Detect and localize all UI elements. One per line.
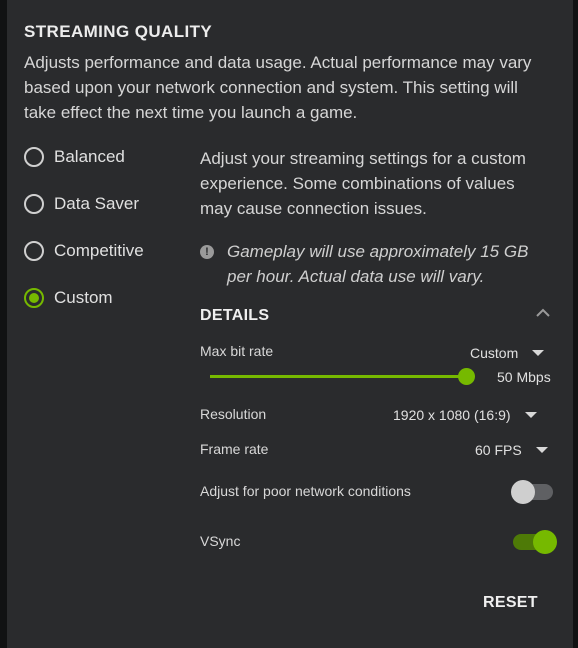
preset-label: Custom: [54, 288, 113, 307]
radio-checked-icon[interactable]: [24, 288, 44, 308]
bit-rate-slider-track[interactable]: [210, 375, 467, 378]
data-usage-note: Gameplay will use approximately 15 GB pe…: [227, 242, 529, 286]
toggle-knob: [511, 480, 535, 504]
bit-rate-mode-value: Custom: [470, 345, 519, 361]
radio-icon[interactable]: [24, 147, 44, 167]
bit-rate-slider-handle[interactable]: [458, 368, 475, 385]
streaming-quality-panel: STREAMING QUALITY Adjusts performance an…: [7, 0, 573, 648]
chevron-down-icon: [535, 447, 548, 453]
preset-data-saver[interactable]: Data Saver: [24, 194, 139, 214]
bit-rate-mode-dropdown[interactable]: Custom: [470, 345, 545, 361]
poor-network-label: Adjust for poor network conditions: [200, 483, 411, 499]
resolution-value: 1920 x 1080 (16:9): [393, 407, 511, 423]
details-title: DETAILS: [200, 307, 270, 324]
section-title: STREAMING QUALITY: [24, 22, 213, 41]
preset-competitive[interactable]: Competitive: [24, 241, 144, 261]
chevron-down-icon: [524, 412, 537, 418]
custom-description: Adjust your streaming settings for a cus…: [200, 149, 526, 218]
reset-button[interactable]: RESET: [483, 594, 538, 612]
radio-icon[interactable]: [24, 194, 44, 214]
preset-label: Balanced: [54, 147, 125, 166]
preset-label: Competitive: [54, 241, 144, 260]
resolution-label: Resolution: [200, 406, 267, 422]
resolution-dropdown[interactable]: 1920 x 1080 (16:9): [393, 407, 537, 423]
frame-rate-dropdown[interactable]: 60 FPS: [475, 442, 548, 458]
vsync-toggle[interactable]: [511, 529, 557, 554]
vsync-label: VSync: [200, 533, 241, 549]
max-bit-rate-label: Max bit rate: [200, 343, 274, 359]
chevron-down-icon: [532, 350, 545, 356]
preset-balanced[interactable]: Balanced: [24, 147, 125, 167]
chevron-up-icon[interactable]: [535, 306, 551, 320]
exclamation-circle-icon: !: [200, 245, 214, 259]
bit-rate-value: 50 Mbps: [497, 369, 551, 385]
frame-rate-value: 60 FPS: [475, 442, 522, 458]
section-description: Adjusts performance and data usage. Actu…: [24, 53, 532, 122]
preset-label: Data Saver: [54, 194, 140, 213]
radio-icon[interactable]: [24, 241, 44, 261]
preset-custom[interactable]: Custom: [24, 288, 113, 308]
poor-network-toggle[interactable]: [511, 479, 555, 504]
toggle-knob: [533, 530, 557, 554]
frame-rate-label: Frame rate: [200, 441, 269, 457]
